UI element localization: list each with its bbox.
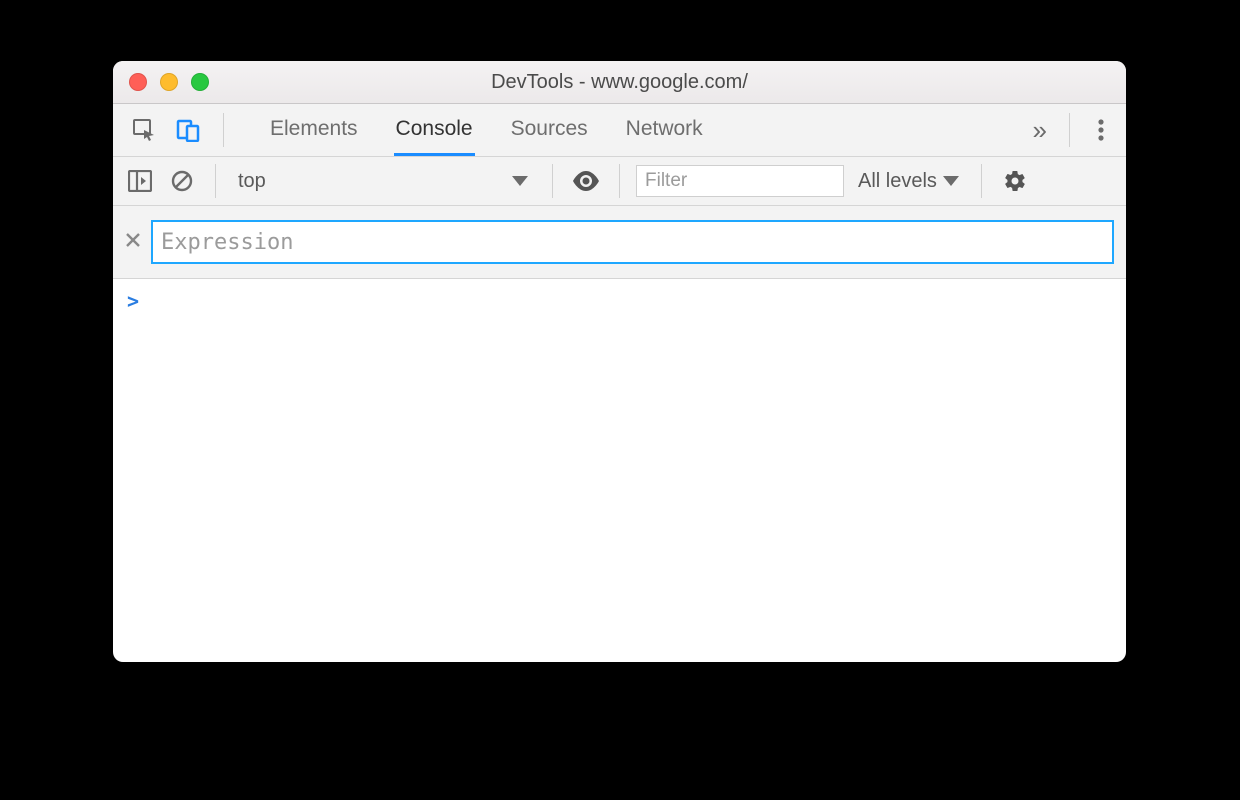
kebab-menu-icon[interactable] bbox=[1084, 113, 1118, 147]
window-title: DevTools - www.google.com/ bbox=[113, 71, 1126, 94]
tab-elements[interactable]: Elements bbox=[268, 104, 360, 156]
divider bbox=[552, 164, 553, 198]
live-expression-eye-icon[interactable] bbox=[569, 164, 603, 198]
tab-label: Sources bbox=[511, 117, 588, 141]
close-icon[interactable] bbox=[125, 232, 141, 253]
clear-console-icon[interactable] bbox=[165, 164, 199, 198]
tab-label: Network bbox=[626, 117, 703, 141]
tabstrip-right-tools: » bbox=[1025, 104, 1118, 156]
zoom-window-button[interactable] bbox=[191, 73, 209, 91]
chevron-down-icon bbox=[512, 176, 528, 186]
tab-label: Console bbox=[396, 117, 473, 141]
toggle-device-toolbar-icon[interactable] bbox=[171, 113, 205, 147]
more-panels-icon[interactable]: » bbox=[1025, 115, 1055, 146]
filter-input[interactable] bbox=[636, 165, 844, 197]
log-levels-selector[interactable]: All levels bbox=[852, 170, 965, 193]
minimize-window-button[interactable] bbox=[160, 73, 178, 91]
console-output-area[interactable]: > bbox=[113, 279, 1126, 323]
divider bbox=[1069, 113, 1070, 147]
tab-console[interactable]: Console bbox=[394, 104, 475, 156]
live-expression-row bbox=[113, 206, 1126, 279]
tab-label: Elements bbox=[270, 117, 358, 141]
tab-network[interactable]: Network bbox=[624, 104, 705, 156]
console-prompt-caret: > bbox=[127, 289, 139, 313]
divider bbox=[215, 164, 216, 198]
main-tabstrip: Elements Console Sources Network » bbox=[113, 104, 1126, 157]
titlebar: DevTools - www.google.com/ bbox=[113, 61, 1126, 104]
console-settings-gear-icon[interactable] bbox=[998, 164, 1032, 198]
context-label: top bbox=[238, 170, 266, 193]
inspect-element-icon[interactable] bbox=[127, 113, 161, 147]
tabstrip-left-tools bbox=[121, 104, 242, 156]
divider bbox=[223, 113, 224, 147]
divider bbox=[981, 164, 982, 198]
execution-context-selector[interactable]: top bbox=[232, 164, 536, 198]
panel-tabs: Elements Console Sources Network bbox=[242, 104, 705, 156]
live-expression-input[interactable] bbox=[151, 220, 1114, 264]
close-window-button[interactable] bbox=[129, 73, 147, 91]
traffic-lights bbox=[129, 73, 209, 91]
levels-label: All levels bbox=[858, 170, 937, 193]
console-toolbar: top All levels bbox=[113, 157, 1126, 206]
chevron-down-icon bbox=[943, 176, 959, 186]
devtools-window: DevTools - www.google.com/ bbox=[113, 61, 1126, 662]
toggle-console-sidebar-icon[interactable] bbox=[123, 164, 157, 198]
tab-sources[interactable]: Sources bbox=[509, 104, 590, 156]
divider bbox=[619, 164, 620, 198]
